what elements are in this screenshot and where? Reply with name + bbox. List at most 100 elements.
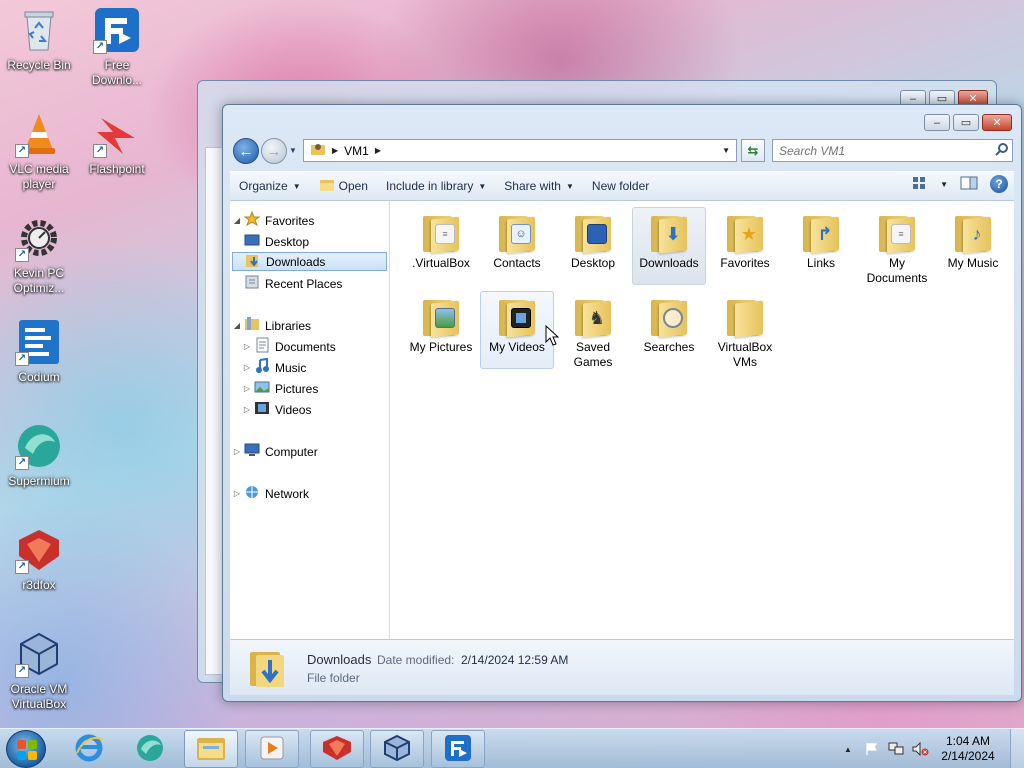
nav-downloads[interactable]: Downloads xyxy=(232,252,387,271)
address-bar[interactable]: ▶ VM1 ▶ ▼ xyxy=(303,139,737,162)
taskbar-file-explorer[interactable] xyxy=(184,730,238,768)
help-button[interactable]: ? xyxy=(990,175,1008,193)
downloads-folder-icon: ⬇ xyxy=(647,210,691,254)
network-status-icon[interactable] xyxy=(887,741,905,757)
folder-downloads[interactable]: ⬇ Downloads xyxy=(632,207,706,285)
folder-links[interactable]: ↱ Links xyxy=(784,207,858,285)
taskbar-virtualbox[interactable] xyxy=(370,730,424,768)
open-button[interactable]: Open xyxy=(310,174,377,198)
clock-date: 2/14/2024 xyxy=(941,749,995,763)
nav-documents[interactable]: ▷ Documents xyxy=(230,337,388,356)
videos-folder-icon xyxy=(495,294,539,338)
nav-network[interactable]: ▷ Network xyxy=(230,484,388,503)
show-hidden-icons-chevron-icon[interactable]: ▲ xyxy=(839,741,857,757)
taskbar-r3dfox[interactable] xyxy=(310,730,364,768)
folder-my-documents[interactable]: ≡ My Documents xyxy=(860,207,934,285)
action-center-flag-icon[interactable] xyxy=(863,741,881,757)
collapse-triangle-icon[interactable]: ◢ xyxy=(230,216,244,225)
shortcut-arrow-icon: ↗ xyxy=(93,40,107,54)
nav-recent-places[interactable]: Recent Places xyxy=(230,274,388,293)
internet-explorer-icon xyxy=(74,733,104,766)
nav-pictures[interactable]: ▷ Pictures xyxy=(230,379,388,398)
start-button[interactable] xyxy=(6,730,46,768)
desktop-icon-recycle-bin[interactable]: Recycle Bin xyxy=(1,6,77,73)
breadcrumb-chevron-icon[interactable]: ▶ xyxy=(375,146,381,155)
nav-favorites[interactable]: ◢ Favorites xyxy=(230,210,388,230)
r3dfox-icon: ↗ xyxy=(15,526,63,574)
nav-libraries[interactable]: ◢ Libraries xyxy=(230,316,388,335)
desktop-icon-free-download-manager[interactable]: ↗ Free Downlo... xyxy=(79,6,155,88)
preview-pane-icon[interactable] xyxy=(960,176,978,193)
folder-contacts[interactable]: ☺ Contacts xyxy=(480,207,554,285)
desktop-icon-label: Flashpoint xyxy=(89,162,145,176)
folder-desktop[interactable]: Desktop xyxy=(556,207,630,285)
include-in-library-button[interactable]: Include in library ▼ xyxy=(377,174,495,198)
desktop-icon-vlc[interactable]: ↗ VLC media player xyxy=(1,110,77,192)
desktop-icon-supermium[interactable]: ↗ Supermium xyxy=(1,422,77,489)
address-dropdown-chevron-icon[interactable]: ▼ xyxy=(722,146,730,155)
back-button[interactable]: ← xyxy=(233,138,259,164)
taskbar-media-player[interactable] xyxy=(245,730,299,768)
folder-my-music[interactable]: ♪ My Music xyxy=(936,207,1010,285)
folder-virtualbox-vms[interactable]: VirtualBox VMs xyxy=(708,291,782,369)
search-box[interactable] xyxy=(772,139,1013,162)
folder-searches[interactable]: Searches xyxy=(632,291,706,369)
expand-triangle-icon[interactable]: ▷ xyxy=(240,384,254,393)
expand-triangle-icon[interactable]: ▷ xyxy=(240,405,254,414)
documents-icon xyxy=(254,337,270,356)
taskbar-internet-explorer[interactable] xyxy=(62,730,116,768)
folder-label: My Music xyxy=(947,256,999,270)
search-input[interactable] xyxy=(779,143,992,158)
taskbar-free-download-manager[interactable] xyxy=(431,730,485,768)
search-icon[interactable] xyxy=(992,142,1012,159)
forward-button[interactable]: → xyxy=(261,138,287,164)
collapse-triangle-icon[interactable]: ◢ xyxy=(230,321,244,330)
desktop-icon-r3dfox[interactable]: ↗ r3dfox xyxy=(1,526,77,593)
folder-favorites[interactable]: ★ Favorites xyxy=(708,207,782,285)
expand-triangle-icon[interactable]: ▷ xyxy=(230,447,244,456)
nav-videos-label: Videos xyxy=(275,402,312,417)
new-folder-button[interactable]: New folder xyxy=(583,174,658,198)
shortcut-arrow-icon: ↗ xyxy=(15,352,29,366)
clock[interactable]: 1:04 AM 2/14/2024 xyxy=(932,734,1004,764)
folder-my-videos[interactable]: My Videos xyxy=(480,291,554,369)
desktop-icon-kevin-pc-optimizer[interactable]: ↗ Kevin PC Optimiz... xyxy=(1,214,77,296)
volume-muted-icon[interactable] xyxy=(911,741,929,757)
folder-virtualbox[interactable]: ≡ .VirtualBox xyxy=(404,207,478,285)
star-icon xyxy=(243,210,261,230)
taskbar-supermium[interactable] xyxy=(123,730,177,768)
nav-videos[interactable]: ▷ Videos xyxy=(230,400,388,419)
breadcrumb-chevron-icon[interactable]: ▶ xyxy=(332,146,338,155)
music-icon xyxy=(254,357,270,377)
change-view-icon[interactable] xyxy=(912,176,928,193)
show-desktop-button[interactable] xyxy=(1010,729,1024,768)
nav-desktop[interactable]: Desktop xyxy=(230,232,388,251)
close-button[interactable]: ✕ xyxy=(982,114,1012,131)
breadcrumb-vm1[interactable]: VM1 xyxy=(344,144,369,158)
folder-saved-games[interactable]: ♞ Saved Games xyxy=(556,291,630,369)
nav-computer-label: Computer xyxy=(265,444,318,459)
desktop-icon-label: Kevin PC Optimiz... xyxy=(13,266,65,295)
maximize-button[interactable]: ▭ xyxy=(953,114,979,131)
desktop-icon-virtualbox[interactable]: ↗ Oracle VM VirtualBox xyxy=(1,630,77,712)
desktop-folder-icon xyxy=(571,210,615,254)
desktop-icon xyxy=(244,233,260,250)
desktop-icon-codium[interactable]: ↗ Codium xyxy=(1,318,77,385)
share-with-button[interactable]: Share with ▼ xyxy=(495,174,583,198)
refresh-button[interactable]: ⇆ xyxy=(741,139,765,162)
minimize-button[interactable]: – xyxy=(924,114,950,131)
expand-triangle-icon[interactable]: ▷ xyxy=(230,489,244,498)
organize-button[interactable]: Organize ▼ xyxy=(230,174,310,198)
shortcut-arrow-icon: ↗ xyxy=(15,560,29,574)
view-options-chevron-icon[interactable]: ▼ xyxy=(940,180,948,189)
nav-computer[interactable]: ▷ Computer xyxy=(230,442,388,461)
desktop-icon-flashpoint[interactable]: ↗ Flashpoint xyxy=(79,110,155,177)
details-type: File folder xyxy=(307,671,360,685)
nav-music[interactable]: ▷ Music xyxy=(230,357,388,377)
virtualbox-icon xyxy=(383,734,411,765)
recent-pages-chevron-icon[interactable]: ▼ xyxy=(289,146,297,155)
folder-my-pictures[interactable]: My Pictures xyxy=(404,291,478,369)
desktop-icon-label: Supermium xyxy=(8,474,70,488)
expand-triangle-icon[interactable]: ▷ xyxy=(240,363,254,372)
expand-triangle-icon[interactable]: ▷ xyxy=(240,342,254,351)
